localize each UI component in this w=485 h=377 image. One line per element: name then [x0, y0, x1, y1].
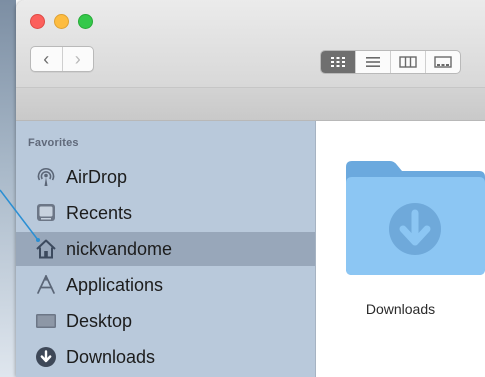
screenshot-stage: ‹ › Favorites AirDrop Recents nickvandom…	[0, 0, 485, 377]
callout-arrow	[0, 189, 40, 242]
